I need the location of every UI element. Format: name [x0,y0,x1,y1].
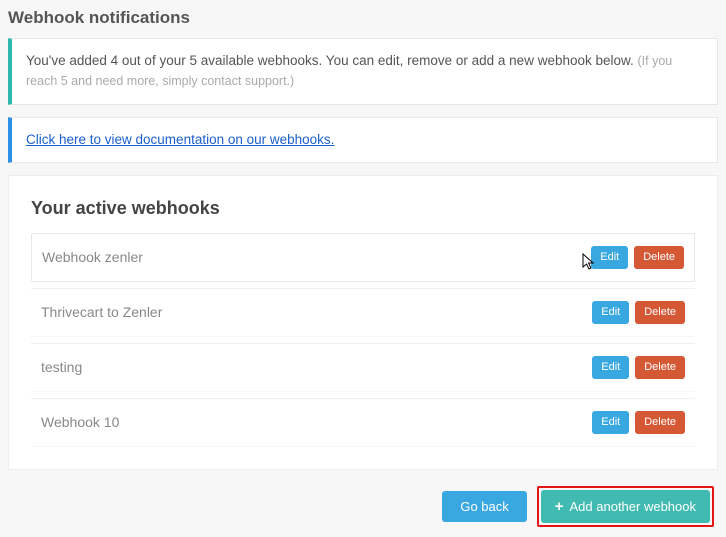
add-webhook-highlight: + Add another webhook [537,486,714,527]
plus-icon: + [555,499,564,514]
footer-actions: Go back + Add another webhook [8,470,718,537]
row-actions: Edit Delete [592,301,685,324]
delete-button[interactable]: Delete [634,246,684,269]
add-webhook-button[interactable]: + Add another webhook [541,490,710,523]
doc-link-alert: Click here to view documentation on our … [8,117,718,163]
webhook-row: Thrivecart to Zenler Edit Delete [31,288,695,337]
page-title: Webhook notifications [8,8,718,28]
delete-button[interactable]: Delete [635,301,685,324]
go-back-button[interactable]: Go back [442,491,526,522]
webhook-name: Webhook 10 [41,414,119,430]
alert-text: You've added 4 out of your 5 available w… [26,53,638,68]
webhook-row: Webhook 10 Edit Delete [31,398,695,447]
webhook-row: testing Edit Delete [31,343,695,392]
doc-link[interactable]: Click here to view documentation on our … [26,132,334,147]
webhook-name: Thrivecart to Zenler [41,304,162,320]
row-actions: Edit Delete [591,246,684,269]
row-actions: Edit Delete [592,356,685,379]
edit-button[interactable]: Edit [591,246,628,269]
webhook-name: Webhook zenler [42,249,143,265]
webhook-name: testing [41,359,82,375]
add-webhook-label: Add another webhook [570,500,696,513]
webhook-row: Webhook zenler Edit Delete [31,233,695,282]
active-webhooks-panel: Your active webhooks Webhook zenler Edit D… [8,175,718,470]
delete-button[interactable]: Delete [635,411,685,434]
edit-button[interactable]: Edit [592,301,629,324]
webhook-list: Webhook zenlerEditDeleteThrivecart to Ze… [31,233,695,447]
delete-button[interactable]: Delete [635,356,685,379]
webhook-limit-alert: You've added 4 out of your 5 available w… [8,38,718,105]
edit-button[interactable]: Edit [592,356,629,379]
row-actions: Edit Delete [592,411,685,434]
panel-title: Your active webhooks [31,198,695,219]
edit-button[interactable]: Edit [592,411,629,434]
